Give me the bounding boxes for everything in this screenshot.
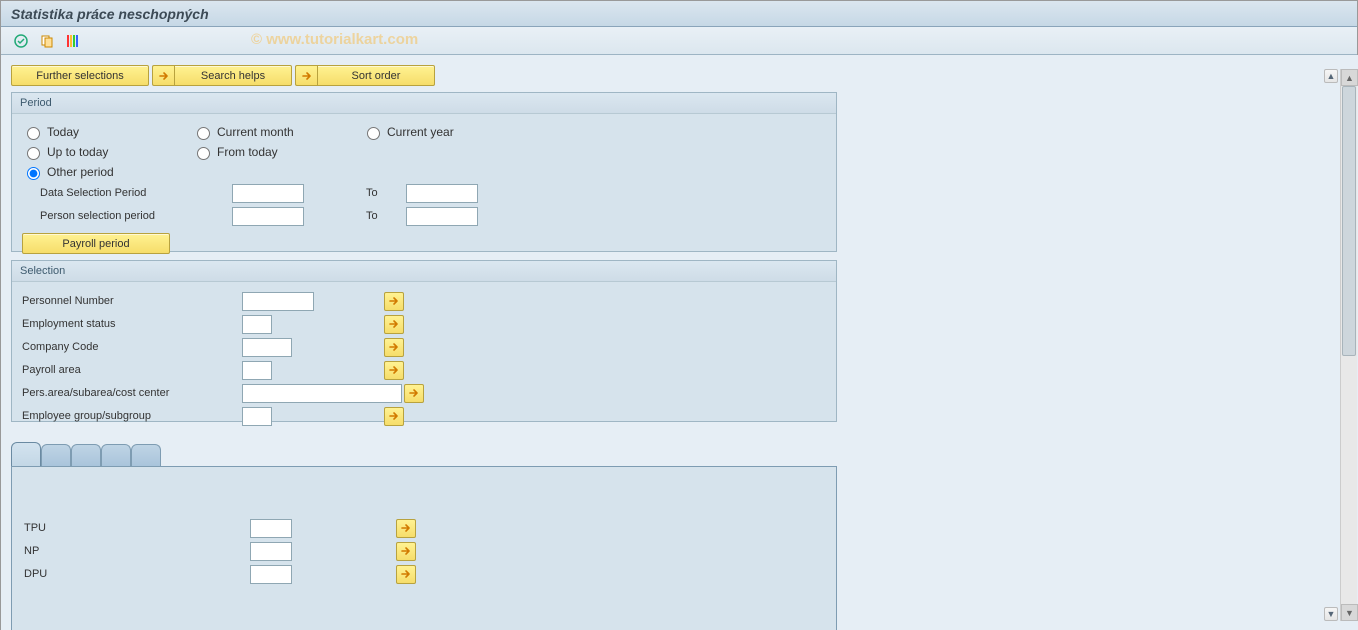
search-helps-button[interactable]: Search helps xyxy=(174,65,292,86)
period-body: Today Current month Current year Up to t… xyxy=(12,114,836,262)
tabs-area: TPU NP DPU xyxy=(11,444,837,630)
scroll-down-icon[interactable]: ▼ xyxy=(1341,604,1358,621)
tab-1[interactable] xyxy=(11,442,41,466)
np-label: NP xyxy=(24,545,250,557)
arrow-right-icon xyxy=(295,65,317,86)
titlebar: Statistika práce neschopných xyxy=(1,1,1357,27)
employment-status-input[interactable] xyxy=(242,315,272,334)
tpu-input[interactable] xyxy=(250,519,292,538)
dpu-input[interactable] xyxy=(250,565,292,584)
selection-legend: Selection xyxy=(12,261,836,282)
radio-current-month[interactable]: Current month xyxy=(192,124,362,140)
radio-up-to-today[interactable]: Up to today xyxy=(22,144,192,160)
radio-from-today[interactable]: From today xyxy=(192,144,362,160)
employee-group-multiselect-button[interactable] xyxy=(384,407,404,426)
radio-from-today-label: From today xyxy=(217,145,278,159)
selection-body: Personnel Number Employment status Compa… xyxy=(12,282,836,436)
sort-order-button[interactable]: Sort order xyxy=(317,65,435,86)
radio-current-year-label: Current year xyxy=(387,125,454,139)
radio-up-to-today-label: Up to today xyxy=(47,145,108,159)
scroll-up-icon[interactable]: ▲ xyxy=(1324,69,1338,83)
to-label-1: To xyxy=(366,187,406,199)
employee-group-label: Employee group/subgroup xyxy=(22,410,242,422)
dpu-label: DPU xyxy=(24,568,250,580)
person-selection-period-label: Person selection period xyxy=(22,210,232,222)
pers-area-multiselect-button[interactable] xyxy=(404,384,424,403)
np-multiselect-button[interactable] xyxy=(396,542,416,561)
sort-order-combo: Sort order xyxy=(295,65,435,86)
np-input[interactable] xyxy=(250,542,292,561)
tab-2[interactable] xyxy=(41,444,71,466)
arrow-right-icon xyxy=(152,65,174,86)
employment-status-multiselect-button[interactable] xyxy=(384,315,404,334)
company-code-label: Company Code xyxy=(22,341,242,353)
data-selection-from-input[interactable] xyxy=(232,184,304,203)
tab-3[interactable] xyxy=(71,444,101,466)
tpu-label: TPU xyxy=(24,522,250,534)
scrollbar-track[interactable] xyxy=(1341,86,1357,604)
color-bars-icon[interactable] xyxy=(63,31,83,51)
radio-current-month-label: Current month xyxy=(217,125,294,139)
person-selection-to-input[interactable] xyxy=(406,207,478,226)
radio-today-label: Today xyxy=(47,125,79,139)
to-label-2: To xyxy=(366,210,406,222)
app-toolbar: © www.tutorialkart.com xyxy=(1,27,1357,55)
radio-other-period[interactable]: Other period xyxy=(22,164,114,180)
employee-group-input[interactable] xyxy=(242,407,272,426)
personnel-number-multiselect-button[interactable] xyxy=(384,292,404,311)
payroll-area-label: Payroll area xyxy=(22,364,242,376)
tab-5[interactable] xyxy=(131,444,161,466)
company-code-multiselect-button[interactable] xyxy=(384,338,404,357)
employment-status-label: Employment status xyxy=(22,318,242,330)
data-selection-to-input[interactable] xyxy=(406,184,478,203)
selection-groupbox: Selection Personnel Number Employment st… xyxy=(11,260,837,422)
radio-current-year[interactable]: Current year xyxy=(362,124,454,140)
tab-strip xyxy=(11,444,837,466)
content-area: Further selections Search helps Sort ord… xyxy=(1,55,1358,630)
scrollbar-thumb[interactable] xyxy=(1342,86,1356,356)
tab-panel: TPU NP DPU xyxy=(11,466,837,630)
scroll-inner: Further selections Search helps Sort ord… xyxy=(11,65,1325,625)
dpu-multiselect-button[interactable] xyxy=(396,565,416,584)
page-title: Statistika práce neschopných xyxy=(11,6,209,22)
tab-4[interactable] xyxy=(101,444,131,466)
radio-today[interactable]: Today xyxy=(22,124,192,140)
payroll-area-multiselect-button[interactable] xyxy=(384,361,404,380)
payroll-area-input[interactable] xyxy=(242,361,272,380)
data-selection-period-label: Data Selection Period xyxy=(22,187,232,199)
payroll-period-button[interactable]: Payroll period xyxy=(22,233,170,254)
radio-other-period-label: Other period xyxy=(47,165,114,179)
period-legend: Period xyxy=(12,93,836,114)
pers-area-input[interactable] xyxy=(242,384,402,403)
app-window: Statistika práce neschopných © www.tutor… xyxy=(0,0,1358,630)
scroll-up-icon[interactable]: ▲ xyxy=(1341,69,1358,86)
period-groupbox: Period Today Current month Current year … xyxy=(11,92,837,252)
tpu-multiselect-button[interactable] xyxy=(396,519,416,538)
variant-icon[interactable] xyxy=(37,31,57,51)
action-button-row: Further selections Search helps Sort ord… xyxy=(11,65,1325,86)
pers-area-label: Pers.area/subarea/cost center xyxy=(22,387,242,399)
further-selections-button[interactable]: Further selections xyxy=(11,65,149,86)
search-helps-combo: Search helps xyxy=(152,65,292,86)
window-scrollbar: ▲ ▼ xyxy=(1340,69,1357,621)
company-code-input[interactable] xyxy=(242,338,292,357)
scroll-down-icon[interactable]: ▼ xyxy=(1324,607,1338,621)
personnel-number-input[interactable] xyxy=(242,292,314,311)
personnel-number-label: Personnel Number xyxy=(22,295,242,307)
person-selection-from-input[interactable] xyxy=(232,207,304,226)
watermark: © www.tutorialkart.com xyxy=(251,31,418,48)
content-scrollbar: ▲ ▼ xyxy=(1324,69,1339,621)
execute-icon[interactable] xyxy=(11,31,31,51)
